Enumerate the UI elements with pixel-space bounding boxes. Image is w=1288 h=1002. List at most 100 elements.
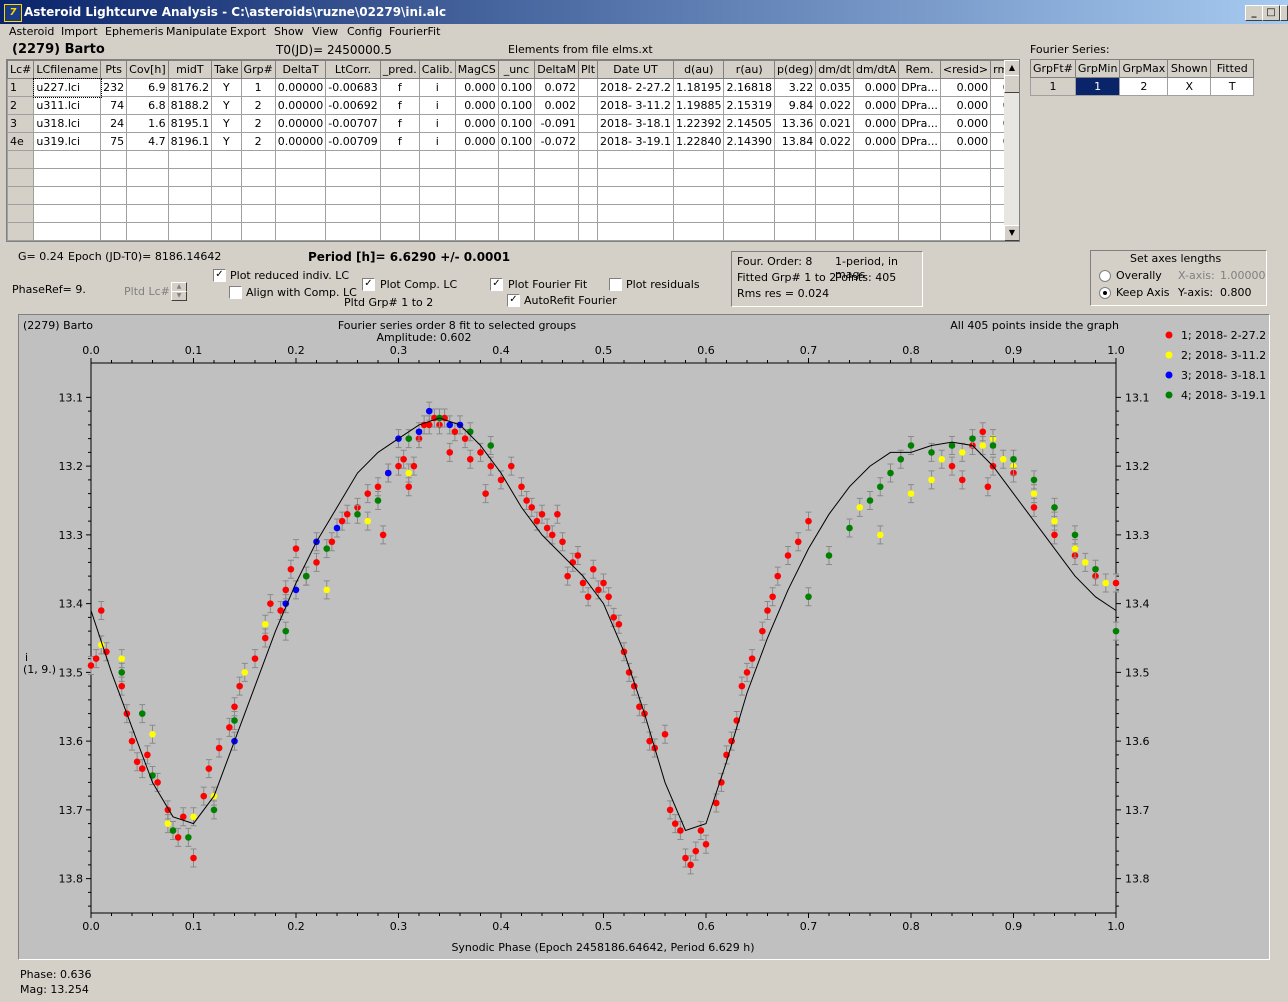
table-cell[interactable]: i [418, 132, 456, 151]
menu-ephemeris[interactable]: Ephemeris [105, 25, 163, 38]
table-cell[interactable] [578, 114, 599, 133]
table-row[interactable]: 4e u319.lci 75 4.7 8196.1 Y 2 0.00000 -0.00709 f i… [7, 132, 1019, 151]
table-cell[interactable] [211, 168, 242, 187]
fourier-cell[interactable]: 2 [1119, 77, 1169, 96]
fourier-cell[interactable]: X [1167, 77, 1212, 96]
column-header[interactable]: _unc [497, 60, 536, 79]
table-cell[interactable]: 13.84 [773, 132, 817, 151]
table-cell[interactable] [274, 222, 327, 241]
pltd-lc-spinner[interactable]: ▲ ▼ [171, 282, 189, 301]
table-cell[interactable]: 0.00000 [274, 114, 327, 133]
keep-axis-radio[interactable] [1099, 287, 1111, 299]
table-cell[interactable]: 3.22 [773, 78, 817, 97]
table-cell[interactable]: DPra... [898, 114, 941, 133]
fourier-cell[interactable]: 1 [1030, 77, 1076, 96]
table-cell[interactable] [240, 186, 276, 205]
table-cell[interactable]: 0.021 [815, 114, 854, 133]
table-cell[interactable] [898, 168, 941, 187]
column-header[interactable]: dm/dt [815, 60, 854, 79]
table-cell[interactable] [7, 204, 35, 223]
column-header[interactable]: Plt [578, 60, 599, 79]
table-cell[interactable] [578, 186, 599, 205]
table-cell[interactable]: 1.6 [126, 114, 169, 133]
plot-comp-checkbox[interactable]: ✓ [362, 278, 375, 291]
table-cell[interactable]: 8195.1 [167, 114, 213, 133]
table-cell[interactable]: Y [211, 114, 242, 133]
spin-down-icon[interactable]: ▼ [171, 291, 187, 301]
table-cell[interactable]: 0.035 [815, 78, 854, 97]
table-cell[interactable]: 0.00000 [274, 132, 327, 151]
table-cell[interactable] [898, 150, 941, 169]
column-header[interactable]: _pred. [379, 60, 420, 79]
table-cell[interactable] [211, 186, 242, 205]
table-cell[interactable]: 2.16818 [723, 78, 775, 97]
table-cell[interactable] [898, 222, 941, 241]
table-cell[interactable]: 2.15319 [723, 96, 775, 115]
column-header[interactable]: Pts [100, 60, 128, 79]
table-cell[interactable] [497, 150, 536, 169]
table-cell[interactable]: 2.14505 [723, 114, 775, 133]
minimize-button[interactable]: _ [1245, 5, 1263, 21]
fourier-row[interactable]: 112XT [1030, 77, 1255, 96]
fourier-cell[interactable]: T [1210, 77, 1255, 96]
table-cell[interactable]: 1.22392 [672, 114, 725, 133]
table-cell[interactable] [100, 150, 128, 169]
table-row[interactable]: 2 u311.lci 74 6.8 8188.2 Y 2 0.00000 -0.00692 f i 0… [7, 96, 1019, 115]
table-cell[interactable] [939, 150, 992, 169]
table-cell[interactable]: 0.100 [497, 114, 536, 133]
table-cell[interactable]: 2 [7, 96, 35, 115]
column-header[interactable]: Take [211, 60, 242, 79]
table-row-empty[interactable] [7, 150, 1019, 169]
table-cell[interactable] [578, 96, 599, 115]
table-cell[interactable]: 0.000 [454, 78, 499, 97]
table-cell[interactable]: 4e [7, 132, 35, 151]
table-cell[interactable] [672, 186, 725, 205]
table-cell[interactable]: u319.lci [33, 132, 102, 151]
table-cell[interactable] [597, 222, 674, 241]
fourier-column-header[interactable]: GrpFt# [1030, 59, 1076, 78]
y-axis-value[interactable]: 0.800 [1220, 286, 1252, 299]
column-header[interactable]: DeltaT [274, 60, 327, 79]
table-cell[interactable]: 2018- 3-18.1 [597, 114, 674, 133]
table-cell[interactable]: 0.000 [852, 78, 900, 97]
table-cell[interactable] [126, 168, 169, 187]
table-cell[interactable] [939, 168, 992, 187]
table-cell[interactable] [7, 150, 35, 169]
table-cell[interactable] [325, 150, 381, 169]
table-cell[interactable]: f [379, 132, 420, 151]
table-cell[interactable] [723, 168, 775, 187]
table-cell[interactable] [773, 204, 817, 223]
table-cell[interactable]: 2.14390 [723, 132, 775, 151]
table-cell[interactable]: 0.000 [454, 114, 499, 133]
menu-show[interactable]: Show [274, 25, 304, 38]
table-cell[interactable] [773, 150, 817, 169]
menu-asteroid[interactable]: Asteroid [9, 25, 54, 38]
table-cell[interactable]: 8196.1 [167, 132, 213, 151]
table-cell[interactable] [211, 204, 242, 223]
table-cell[interactable] [939, 186, 992, 205]
table-cell[interactable] [534, 222, 580, 241]
table-cell[interactable]: u311.lci [33, 96, 102, 115]
table-row[interactable]: 3 u318.lci 24 1.6 8195.1 Y 2 0.00000 -0.00707 f i 0… [7, 114, 1019, 133]
table-cell[interactable] [454, 186, 499, 205]
table-cell[interactable] [7, 168, 35, 187]
table-cell[interactable] [325, 222, 381, 241]
table-cell[interactable] [379, 204, 420, 223]
table-cell[interactable] [852, 186, 900, 205]
table-cell[interactable] [723, 222, 775, 241]
fourier-column-header[interactable]: GrpMax [1119, 59, 1169, 78]
table-cell[interactable]: 13.36 [773, 114, 817, 133]
plot-fourier-checkbox[interactable]: ✓ [490, 278, 503, 291]
table-cell[interactable] [454, 150, 499, 169]
table-cell[interactable]: 0.022 [815, 132, 854, 151]
table-cell[interactable] [167, 168, 213, 187]
table-cell[interactable] [379, 150, 420, 169]
table-cell[interactable] [815, 222, 854, 241]
table-cell[interactable] [418, 168, 456, 187]
table-cell[interactable]: 0.000 [852, 132, 900, 151]
menu-import[interactable]: Import [61, 25, 98, 38]
table-cell[interactable]: f [379, 96, 420, 115]
column-header[interactable]: Rem. [898, 60, 941, 79]
table-cell[interactable]: 0.00000 [274, 96, 327, 115]
table-cell[interactable] [672, 168, 725, 187]
